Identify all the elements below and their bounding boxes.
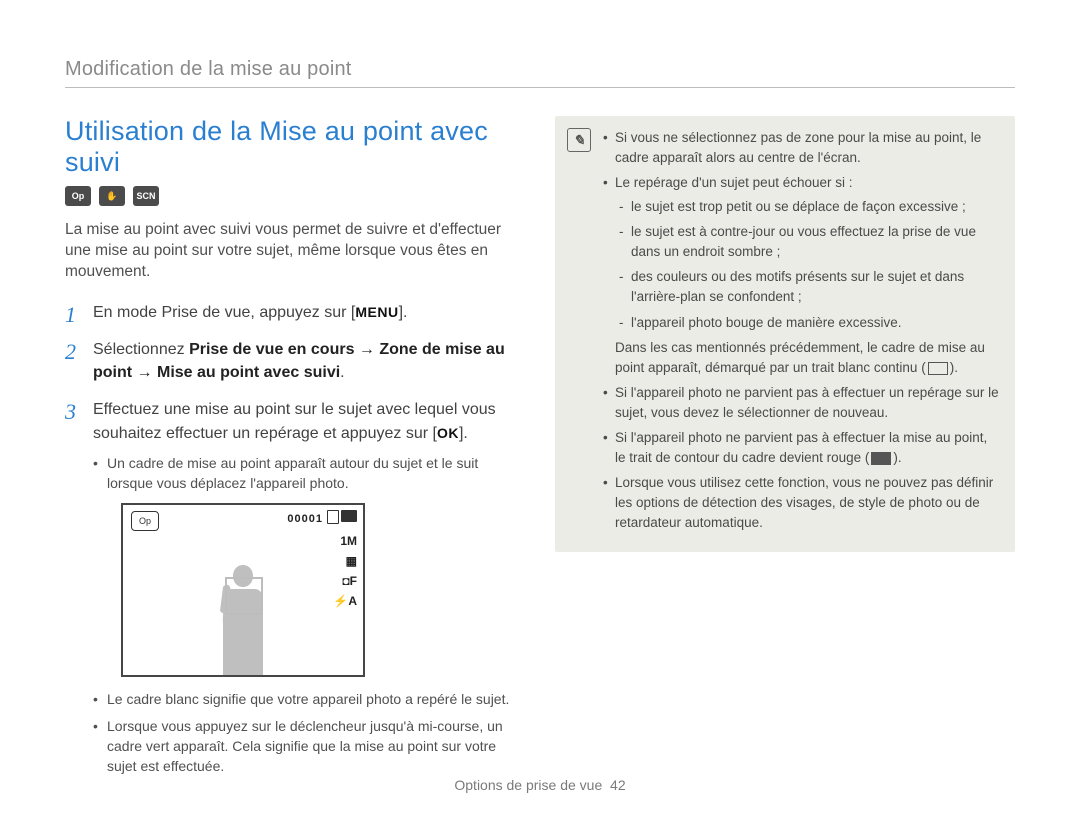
note-item-5: Lorsque vous utilisez cette fonction, vo… <box>603 473 999 532</box>
mode-icon-scene: SCN <box>133 186 159 206</box>
camera-preview: Op 00001 1M ▦ ◘F ⚡A <box>121 503 365 677</box>
footer-page-number: 42 <box>610 777 626 793</box>
right-column: ✎ Si vous ne sélectionnez pas de zone po… <box>555 116 1015 790</box>
note-box: ✎ Si vous ne sélectionnez pas de zone po… <box>555 116 1015 552</box>
note-item-4: Si l'appareil photo ne parvient pas à ef… <box>603 428 999 467</box>
cam-side-4: ⚡A <box>333 595 357 607</box>
intro-text: La mise au point avec suivi vous permet … <box>65 220 525 283</box>
camera-counter: 00001 <box>287 512 323 528</box>
camera-mode-icon: Op <box>131 511 159 531</box>
after-bullet-1: Le cadre blanc signifie que votre appare… <box>93 689 525 709</box>
ok-button-label: OK <box>437 423 459 443</box>
note-icon: ✎ <box>567 128 591 152</box>
step-3: Effectuez une mise au point sur le sujet… <box>65 398 525 776</box>
note-item-1: Si vous ne sélectionnez pas de zone pour… <box>603 128 999 167</box>
note-item-4-a: Si l'appareil photo ne parvient pas à ef… <box>615 430 987 465</box>
after-bullets: Le cadre blanc signifie que votre appare… <box>93 689 525 776</box>
step-1: En mode Prise de vue, appuyez sur [MENU]… <box>65 301 525 324</box>
step-3-bullet-1: Un cadre de mise au point apparaît autou… <box>93 453 525 494</box>
steps-list: En mode Prise de vue, appuyez sur [MENU]… <box>65 301 525 777</box>
mode-icons-row: Op ✋ SCN <box>65 186 525 206</box>
cam-side-2: ▦ <box>333 555 357 567</box>
mode-icon-program: Op <box>65 186 91 206</box>
step-1-text-a: En mode Prise de vue, appuyez sur [ <box>93 304 355 321</box>
sd-card-icon <box>327 510 339 524</box>
mode-icon-dual-is: ✋ <box>99 186 125 206</box>
note-item-4-b: ). <box>893 450 901 465</box>
camera-side-icons: 1M ▦ ◘F ⚡A <box>333 535 357 607</box>
step-2-text-b: . <box>340 364 344 381</box>
step-3-bullets: Un cadre de mise au point apparaît autou… <box>93 453 525 494</box>
focus-target-box <box>225 577 263 615</box>
after-bullet-2: Lorsque vous appuyez sur le déclencheur … <box>93 716 525 777</box>
menu-button-label: MENU <box>355 302 398 322</box>
note-item-3: Si l'appareil photo ne parvient pas à ef… <box>603 383 999 422</box>
note-sub-3: des couleurs ou des motifs présents sur … <box>619 267 999 306</box>
page-title: Utilisation de la Mise au point avec sui… <box>65 116 525 178</box>
page-footer: Options de prise de vue 42 <box>0 777 1080 793</box>
note-sub-1: le sujet est trop petit ou se déplace de… <box>619 197 999 217</box>
footer-label: Options de prise de vue <box>454 777 602 793</box>
red-frame-icon <box>871 452 891 465</box>
step-1-text-b: ]. <box>399 304 408 321</box>
step-3-text-a: Effectuez une mise au point sur le sujet… <box>93 401 496 441</box>
step-2: Sélectionnez Prise de vue en cours → Zon… <box>65 338 525 384</box>
note-sub-2: le sujet est à contre-jour ou vous effec… <box>619 222 999 261</box>
cam-side-1: 1M <box>333 535 357 547</box>
step-2-text-a: Sélectionnez <box>93 341 189 358</box>
white-frame-icon <box>928 362 948 375</box>
note-item-2-lead: Le repérage d'un sujet peut échouer si : <box>615 175 853 190</box>
note-sub-post-b: ). <box>950 360 958 375</box>
note-item-2: Le repérage d'un sujet peut échouer si :… <box>603 173 999 377</box>
breadcrumb: Modification de la mise au point <box>65 58 1015 88</box>
step-3-text-b: ]. <box>459 425 468 442</box>
note-sub-4: l'appareil photo bouge de manière excess… <box>619 313 999 333</box>
battery-icon <box>341 510 357 522</box>
left-column: Utilisation de la Mise au point avec sui… <box>65 116 525 790</box>
cam-side-3: ◘F <box>333 575 357 587</box>
